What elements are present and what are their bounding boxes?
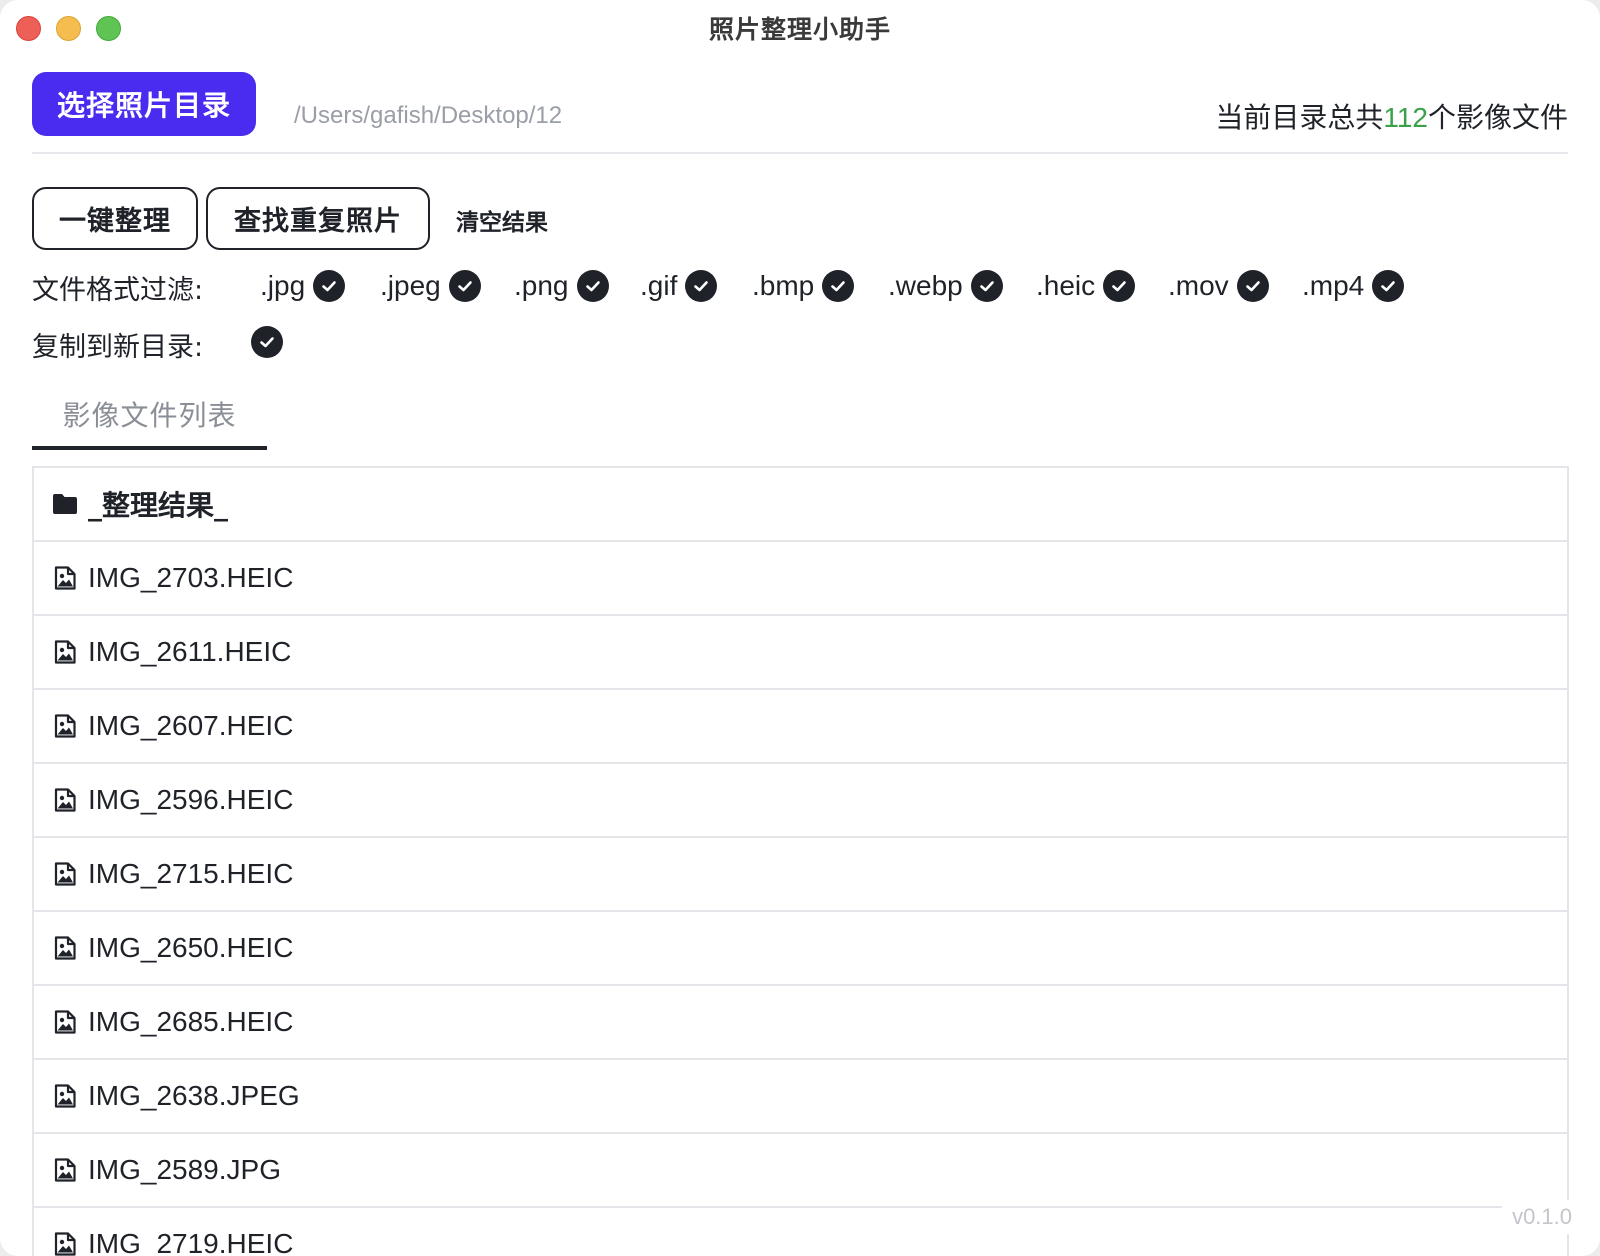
file-name: IMG_2596.HEIC	[88, 784, 294, 815]
file-count-prefix: 当前目录总共	[1215, 101, 1384, 134]
folder-row[interactable]: _整理结果_	[34, 468, 1567, 542]
file-row[interactable]: IMG_2715.HEIC	[34, 838, 1567, 912]
format-filter-label: .bmp	[752, 270, 815, 301]
file-row[interactable]: IMG_2650.HEIC	[34, 912, 1567, 986]
format-filter-bmp[interactable]: .bmp	[752, 268, 855, 304]
file-name: IMG_2589.JPG	[88, 1154, 281, 1185]
file-row[interactable]: IMG_2607.HEIC	[34, 690, 1567, 764]
file-row[interactable]: IMG_2589.JPG	[34, 1134, 1567, 1208]
format-filter-checkbox[interactable]	[576, 270, 609, 302]
file-row[interactable]: IMG_2703.HEIC	[34, 542, 1567, 616]
check-icon	[457, 281, 472, 292]
format-filter-heic[interactable]: .heic	[1036, 268, 1136, 304]
title-bar: 照片整理小助手	[0, 0, 1600, 56]
image-file-icon	[52, 713, 78, 739]
tab-label: 影像文件列表	[62, 399, 237, 432]
file-name: _整理结果_	[88, 489, 229, 522]
format-filter-jpg[interactable]: .jpg	[260, 268, 346, 304]
format-filter-webp[interactable]: .webp	[888, 268, 1003, 304]
file-name: IMG_2703.HEIC	[88, 562, 294, 593]
image-file-icon	[52, 935, 78, 961]
file-row[interactable]: IMG_2719.HEIC	[34, 1208, 1567, 1256]
format-filter-label: .jpg	[260, 270, 306, 301]
folder-icon	[52, 491, 78, 517]
file-list: _整理结果_ IMG_2703.HEIC IMG_2611.HEIC IMG_2607…	[32, 466, 1569, 1256]
image-file-icon	[52, 1009, 78, 1035]
format-filter-label: .gif	[640, 270, 678, 301]
format-filter-png[interactable]: .png	[514, 268, 609, 304]
file-count-status: 当前目录总共112个影像文件	[1215, 96, 1568, 136]
file-name: IMG_2638.JPEG	[88, 1080, 300, 1111]
format-filter-gif[interactable]: .gif	[640, 268, 718, 304]
select-directory-button[interactable]: 选择照片目录	[32, 72, 256, 136]
file-name: IMG_2685.HEIC	[88, 1006, 294, 1037]
file-name: IMG_2607.HEIC	[88, 710, 294, 741]
check-icon	[831, 281, 846, 292]
tab-image-file-list[interactable]: 影像文件列表	[32, 394, 267, 450]
format-filter-label: .webp	[888, 270, 963, 301]
image-file-icon	[52, 1231, 78, 1256]
check-icon	[1245, 281, 1260, 292]
version-label: v0.1.0	[1502, 1200, 1582, 1234]
clear-results-button[interactable]: 清空结果	[456, 203, 548, 237]
check-icon	[694, 281, 709, 292]
format-filter-label: .jpeg	[380, 270, 441, 301]
check-icon	[1381, 281, 1396, 292]
image-file-icon	[52, 639, 78, 665]
format-filter-label: 文件格式过滤:	[32, 275, 204, 306]
file-row[interactable]: IMG_2611.HEIC	[34, 616, 1567, 690]
format-filter-checkbox[interactable]	[822, 270, 855, 302]
format-filter-checkbox[interactable]	[1236, 270, 1269, 302]
format-filter-checkbox[interactable]	[970, 270, 1003, 302]
header-divider	[32, 152, 1568, 154]
format-filter-jpeg[interactable]: .jpeg	[380, 268, 481, 304]
file-name: IMG_2611.HEIC	[88, 636, 292, 667]
file-count-value: 112	[1383, 102, 1428, 133]
check-icon	[979, 281, 994, 292]
format-filter-checkbox[interactable]	[448, 270, 481, 302]
format-filter-label: .png	[514, 270, 569, 301]
image-file-icon	[52, 861, 78, 887]
format-filter-mp4[interactable]: .mp4	[1302, 268, 1405, 304]
format-filter-checkbox[interactable]	[1103, 270, 1136, 302]
format-filter-checkbox[interactable]	[313, 270, 346, 302]
format-filter-label: .heic	[1036, 270, 1096, 301]
image-file-icon	[52, 1157, 78, 1183]
image-file-icon	[52, 565, 78, 591]
file-name: IMG_2650.HEIC	[88, 932, 294, 963]
check-icon	[585, 281, 600, 292]
file-row[interactable]: IMG_2596.HEIC	[34, 764, 1567, 838]
organize-button[interactable]: 一键整理	[32, 187, 198, 250]
file-row[interactable]: IMG_2685.HEIC	[34, 986, 1567, 1060]
copy-to-new-dir-label: 复制到新目录:	[32, 332, 204, 363]
image-file-icon	[52, 787, 78, 813]
format-filter-label: .mov	[1168, 270, 1229, 301]
check-icon	[260, 337, 274, 348]
file-row[interactable]: IMG_2638.JPEG	[34, 1060, 1567, 1134]
format-filter-checkbox[interactable]	[685, 270, 718, 302]
format-filter-checkbox[interactable]	[1372, 270, 1405, 302]
file-name: IMG_2715.HEIC	[88, 858, 294, 889]
window-title: 照片整理小助手	[708, 15, 891, 44]
directory-path: /Users/gafish/Desktop/12	[294, 102, 563, 129]
image-file-icon	[52, 1083, 78, 1109]
copy-to-new-dir-checkbox[interactable]	[251, 326, 283, 358]
app-window: 照片整理小助手 选择照片目录 /Users/gafish/Desktop/12 …	[0, 0, 1600, 1256]
find-duplicates-button[interactable]: 查找重复照片	[206, 187, 430, 250]
file-count-suffix: 个影像文件	[1427, 101, 1568, 134]
check-icon	[1112, 281, 1126, 292]
format-filter-mov[interactable]: .mov	[1168, 268, 1269, 304]
check-icon	[322, 281, 336, 292]
format-filter-label: .mp4	[1302, 270, 1365, 301]
file-name: IMG_2719.HEIC	[88, 1228, 294, 1256]
